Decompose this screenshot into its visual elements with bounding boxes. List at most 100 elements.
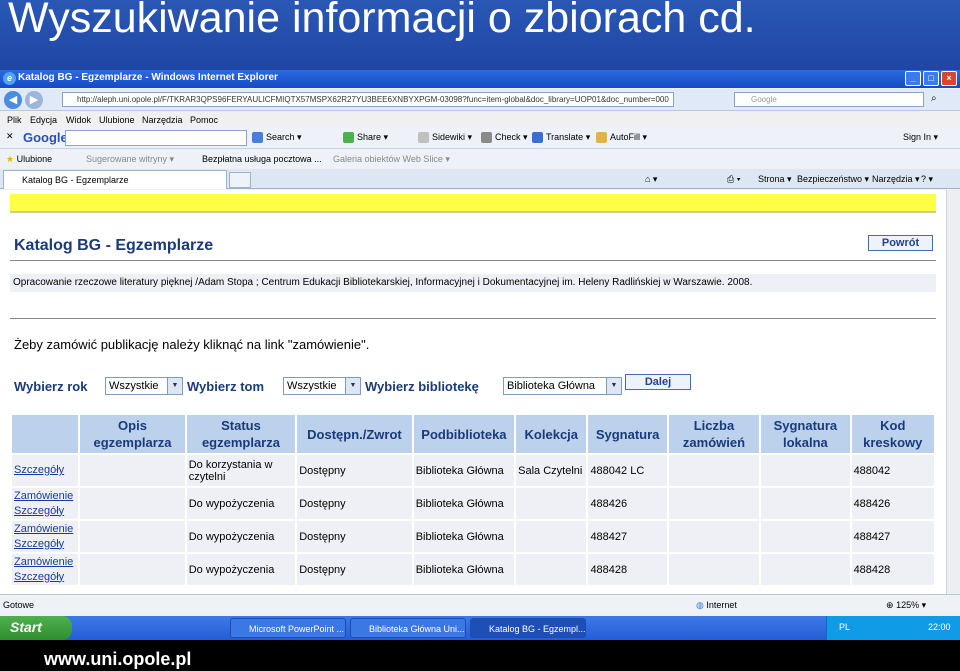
column-header: Sygnatura [588,415,667,453]
taskbar-window-powerpoint[interactable]: Microsoft PowerPoint ... [230,618,346,638]
cell-status: Do wypożyczenia [186,521,296,552]
details-link[interactable]: Szczegóły [14,537,76,552]
table-row: Szczegóły Do korzystania w czytelni Dost… [12,455,934,486]
cell-dostepn: Dostępny [297,455,412,486]
record-description: Opracowanie rzeczowe literatury pięknej … [10,274,936,292]
security-zone: ◍ Internet [696,600,737,610]
minimize-button[interactable]: _ [905,71,921,86]
slide-footer: www.uni.opole.pl [0,640,960,671]
maximize-button[interactable]: □ [923,71,939,86]
volume-select[interactable]: Wszystkie ▼ [283,377,361,395]
library-label: Wybierz bibliotekę [365,379,479,394]
search-icon [252,132,263,144]
details-link[interactable]: Szczegóły [14,570,76,585]
column-header: Kolekcja [516,415,587,453]
autofill-icon [596,132,607,144]
cell-sygnatura: 488042 LC [588,455,667,486]
tab-tools-bezpieczenstwo[interactable]: Bezpieczeństwo ▾ [797,174,869,185]
home-icon[interactable]: ⌂ ▾ [645,174,657,185]
window-titlebar[interactable]: e Katalog BG - Egzemplarze - Windows Int… [0,70,960,88]
close-button[interactable]: × [941,71,957,86]
footer-url: www.uni.opole.pl [44,649,192,669]
new-tab-button[interactable] [229,172,251,188]
menu-item-plik[interactable]: Plik [7,115,22,125]
start-button[interactable]: Start [0,616,72,640]
print-icon[interactable]: ⎙ ▾ [727,174,740,185]
chevron-down-icon: ▼ [345,378,360,394]
cell-opis [80,455,185,486]
cell-kod: 488426 [851,488,934,519]
language-indicator[interactable]: PL [839,622,850,632]
header-band [10,194,936,213]
cell-lokalna [761,455,850,486]
page-title: Katalog BG - Egzemplarze [14,237,214,254]
cell-status: Do korzystania w czytelni [186,455,296,486]
cell-kod: 488042 [851,455,934,486]
slide-header: Wyszukiwanie informacji o zbiorach cd. [0,0,960,70]
browser-search-input[interactable]: Google [734,92,924,107]
menu-item-narzedzia[interactable]: Narzędzia [142,115,183,125]
order-link[interactable]: Zamówienie [14,522,76,537]
column-header: Dostępn./Zwrot [297,415,412,453]
browser-window: e Katalog BG - Egzemplarze - Windows Int… [0,70,960,616]
divider [10,260,936,261]
cell-dostepn: Dostępny [297,488,412,519]
navigation-bar: ◀ ▶ http://aleph.uni.opole.pl/F/TKRAR3QP… [0,89,960,111]
toolbar-signin-button[interactable]: Sign In ▾ [903,132,938,143]
toolbar-translate-button[interactable]: Translate ▾ [532,132,590,144]
zoom-control[interactable]: ⊕ 125% ▾ [886,600,926,611]
windows-taskbar: Start Microsoft PowerPoint ... Bibliotek… [0,616,960,640]
favorite-web-slice-gallery[interactable]: Galeria obiektów Web Slice ▾ [333,154,450,165]
tab-tools-narzedzia[interactable]: Narzędzia ▾ [872,174,920,185]
year-select[interactable]: Wszystkie ▼ [105,377,183,395]
cell-liczba [668,554,760,585]
help-icon[interactable]: ? ▾ [921,174,933,185]
tab-bar: Katalog BG - Egzemplarze ⌂ ▾ ⎙ ▾ Strona … [0,169,960,189]
cell-kod: 488428 [851,554,934,585]
taskbar-window-biblioteka[interactable]: Biblioteka Główna Uni... [350,618,466,638]
details-link[interactable]: Szczegóły [14,504,76,519]
next-button[interactable]: Dalej [625,374,691,390]
menu-item-widok[interactable]: Widok [66,115,91,125]
toolbar-sidewiki-button[interactable]: Sidewiki ▾ [418,132,472,144]
close-toolbar-icon[interactable]: ✕ [6,131,14,142]
forward-arrow-icon[interactable]: ▶ [25,91,43,109]
vertical-scrollbar[interactable] [946,190,960,594]
favorite-suggested-sites[interactable]: Sugerowane witryny ▾ [86,154,174,165]
taskbar-window-katalog[interactable]: Katalog BG - Egzempl... [470,618,586,638]
tab-tools-strona[interactable]: Strona ▾ [758,174,792,185]
order-link[interactable]: Zamówienie [14,555,76,570]
back-arrow-icon[interactable]: ◀ [4,91,22,109]
library-select[interactable]: Biblioteka Główna ▼ [503,377,622,395]
toolbar-share-button[interactable]: Share ▾ [343,132,388,144]
cell-sygnatura: 488427 [588,521,667,552]
cell-opis [80,554,185,585]
star-icon: ★ [6,154,15,164]
menu-item-pomoc[interactable]: Pomoc [190,115,218,125]
search-icon[interactable]: ⌕ [931,93,937,104]
cell-kod: 488427 [851,521,934,552]
cell-sygnatura: 488428 [588,554,667,585]
volume-label: Wybierz tom [187,379,265,394]
google-toolbar-search-input[interactable] [65,130,247,146]
cell-kolekcja [516,521,587,552]
menu-item-ulubione[interactable]: Ulubione [99,115,135,125]
toolbar-check-button[interactable]: Check ▾ [481,132,528,144]
cell-liczba [668,455,760,486]
toolbar-search-button[interactable]: Search ▾ [252,132,302,144]
tab-katalog[interactable]: Katalog BG - Egzemplarze [3,170,227,189]
favorites-bar: ★ Ulubione Sugerowane witryny ▾ Bezpłatn… [0,150,960,168]
menu-item-edycja[interactable]: Edycja [30,115,57,125]
cell-podbiblioteka: Biblioteka Główna [413,521,515,552]
address-bar[interactable]: http://aleph.uni.opole.pl/F/TKRAR3QPS96F… [62,92,674,107]
favorite-mail-link[interactable]: Bezpłatna usługa pocztowa ... [202,154,322,164]
column-header: Podbiblioteka [413,415,515,453]
details-link[interactable]: Szczegóły [14,463,76,478]
table-row: Zamówienie Szczegóły Do wypożyczenia Dost… [12,488,934,519]
cell-liczba [668,521,760,552]
favorites-button[interactable]: ★ Ulubione [6,154,52,165]
toolbar-autofill-button[interactable]: AutoFill ▾ [596,132,647,144]
back-button[interactable]: Powrót [868,235,933,251]
cell-status: Do wypożyczenia [186,488,296,519]
order-link[interactable]: Zamówienie [14,489,76,504]
